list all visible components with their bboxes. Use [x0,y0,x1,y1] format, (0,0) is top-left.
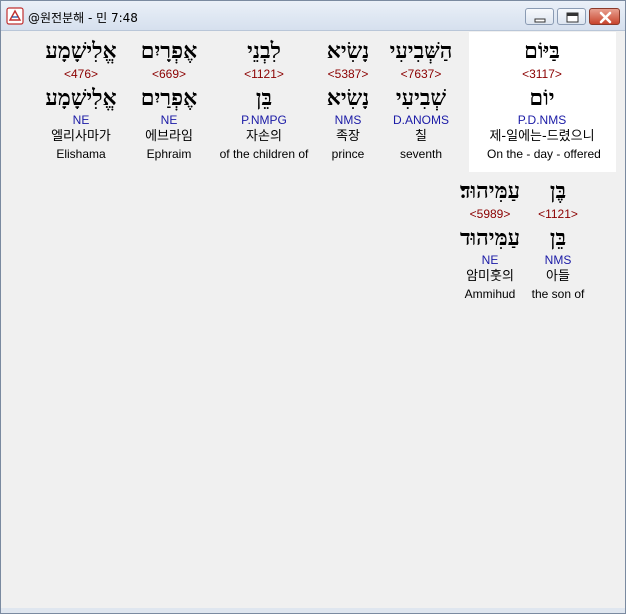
parsing-code: NE [72,113,90,127]
close-button[interactable] [589,8,620,25]
strong-number[interactable]: <5989> [435,206,545,222]
bible-app-icon [6,7,24,25]
hebrew-lemma: אֱלִישָׁמָע [45,85,117,111]
parsing-code: NE [481,253,499,267]
english-gloss: On the - day - offered [487,147,601,161]
minimize-button[interactable] [525,8,554,25]
hebrew-lemma: עַמִּיהוּד [459,225,521,251]
maximize-icon [566,12,579,23]
word-column[interactable]: אֱלִישָׁמָע <476> אֱלִישָׁמָע NE 엘리사마가 E… [26,36,136,162]
interlinear-panel: בַּיּוֹם <3117> יוֹם P.D.NMS 제-일에는-드렸으니 … [7,32,621,608]
word-column[interactable]: בַּיּוֹם <3117> יוֹם P.D.NMS 제-일에는-드렸으니 … [487,36,601,162]
hebrew-word: עַמִּיהוּד׃ [459,178,521,204]
korean-gloss: 자손의 [246,129,282,144]
app-window: @원전분해 - 민 7:48 בַּיּוֹם <3117> יוֹם P.D.… [0,0,626,614]
strong-number[interactable]: <3117> [487,66,597,82]
close-icon [599,11,612,24]
strong-number[interactable]: <476> [26,66,136,82]
window-bottom-border [1,608,625,613]
hebrew-word: בַּיּוֹם [524,38,560,64]
minimize-icon [534,18,546,23]
strong-number[interactable]: <1121> [209,66,319,82]
english-gloss: Elishama [56,147,106,161]
maximize-button[interactable] [557,8,586,25]
word-column[interactable]: לִבְנֵי <1121> בֵּן P.NMPG 자손의 of the ch… [209,36,319,162]
hebrew-word: אֱלִישָׁמָע [45,38,117,64]
hebrew-lemma: בֵּן [255,85,273,111]
parsing-code: P.D.NMS [517,113,567,127]
english-gloss: Ammihud [464,287,516,301]
korean-gloss: 엘리사마가 [51,129,111,144]
hebrew-lemma: יוֹם [529,85,555,111]
korean-gloss: 제-일에는-드렸으니 [489,129,595,144]
window-title: @원전분해 - 민 7:48 [28,11,138,25]
word-column[interactable]: עַמִּיהוּד׃ <5989> עַמִּיהוּד NE 암미훗의 Am… [435,176,545,302]
hebrew-word: לִבְנֵי [247,38,281,64]
title-bar[interactable]: @원전분해 - 민 7:48 [1,1,625,31]
english-gloss: of the children of [219,147,309,161]
parsing-code: P.NMPG [241,113,287,127]
korean-gloss: 암미훗의 [466,269,514,284]
